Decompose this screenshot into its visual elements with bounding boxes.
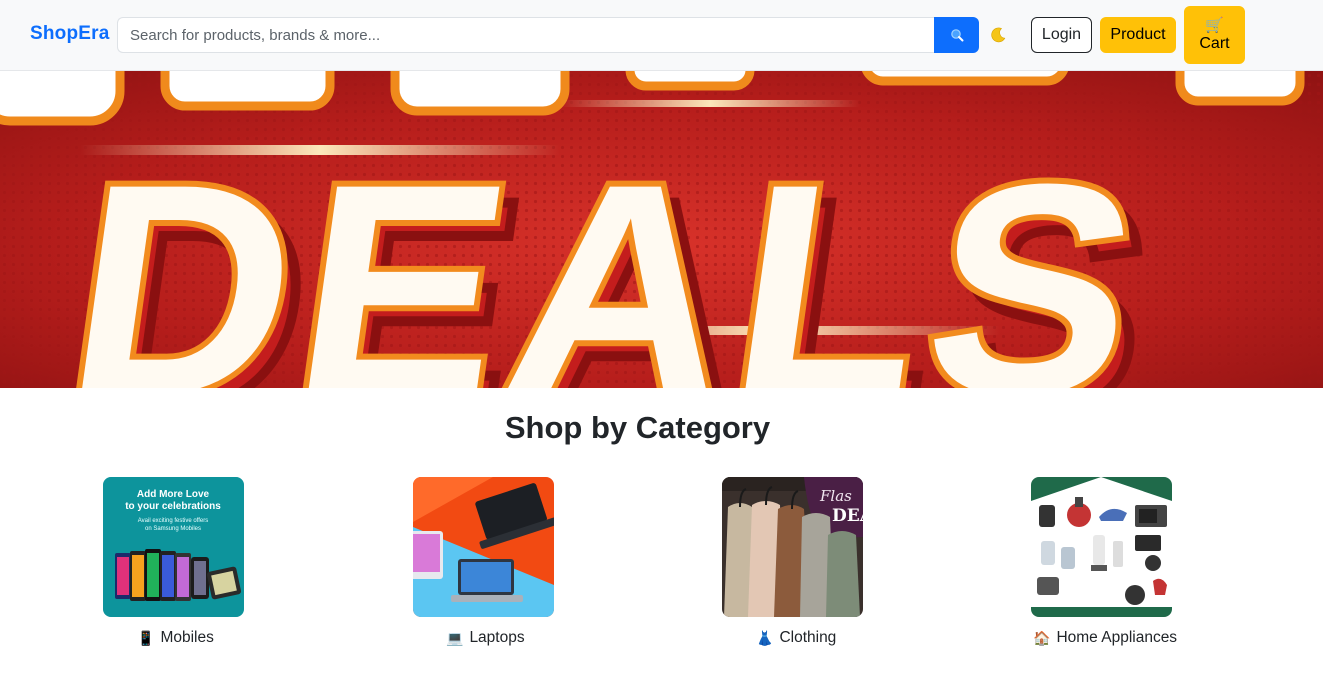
- category-label-home-appliances: 🏠 Home Appliances: [1033, 629, 1177, 647]
- brand-logo[interactable]: ShopEra: [30, 23, 110, 45]
- navbar: ShopEra Login Product 🛒 Cart: [0, 0, 1323, 71]
- mobiles-promo-line2: to your celebrations: [125, 501, 221, 512]
- house-icon: 🏠: [1033, 629, 1051, 646]
- hero-banner-image: DEALS DEALS: [0, 71, 1323, 388]
- cart-label: Cart: [1199, 35, 1230, 52]
- cart-icon: 🛒: [1205, 17, 1224, 34]
- moon-icon: [991, 27, 1006, 43]
- category-label-clothing: 👗 Clothing: [756, 629, 836, 647]
- svg-text:DEA: DEA: [832, 506, 863, 526]
- category-name: Clothing: [779, 629, 837, 646]
- laptop-icon: 💻: [446, 629, 464, 646]
- category-image-home-appliances: [1031, 477, 1172, 617]
- category-name: Laptops: [469, 629, 525, 646]
- dress-icon: 👗: [756, 629, 774, 646]
- hero-banner[interactable]: DEALS DEALS: [0, 71, 1323, 388]
- category-card-laptops[interactable]: 💻 Laptops: [413, 477, 554, 646]
- category-card-home-appliances[interactable]: 🏠 Home Appliances: [1031, 477, 1177, 646]
- category-card-clothing[interactable]: Flas DEA 👗 Clothing: [722, 477, 863, 646]
- mobiles-promo-line1: Add More Love: [137, 489, 210, 500]
- login-button[interactable]: Login: [1031, 17, 1092, 53]
- category-name: Mobiles: [160, 629, 214, 646]
- hero-deals-text: DEALS: [52, 121, 1166, 388]
- category-name: Home Appliances: [1056, 629, 1178, 646]
- category-card-mobiles[interactable]: Add More Love to your celebrations Avail…: [103, 477, 244, 646]
- category-label-laptops: 💻 Laptops: [446, 629, 525, 647]
- category-image-mobiles: Add More Love to your celebrations Avail…: [103, 477, 244, 617]
- theme-toggle[interactable]: [985, 22, 1011, 48]
- search-input[interactable]: [117, 17, 935, 53]
- category-image-laptops: [413, 477, 554, 617]
- search-button[interactable]: [934, 17, 979, 53]
- mobile-phone-icon: 📱: [137, 629, 155, 646]
- section-title: Shop by Category: [504, 410, 771, 445]
- cart-button[interactable]: 🛒 Cart: [1184, 6, 1245, 64]
- search-bar: [117, 17, 979, 53]
- clothing-promo-text: Flas: [819, 487, 852, 505]
- category-label-mobiles: 📱 Mobiles: [137, 629, 214, 647]
- mobiles-promo-line3: Avail exciting festive offers: [138, 518, 208, 524]
- product-button[interactable]: Product: [1100, 17, 1176, 53]
- mobiles-promo-line4: on Samsung Mobiles: [145, 526, 201, 532]
- search-icon: [950, 29, 963, 42]
- category-image-clothing: Flas DEA: [722, 477, 863, 617]
